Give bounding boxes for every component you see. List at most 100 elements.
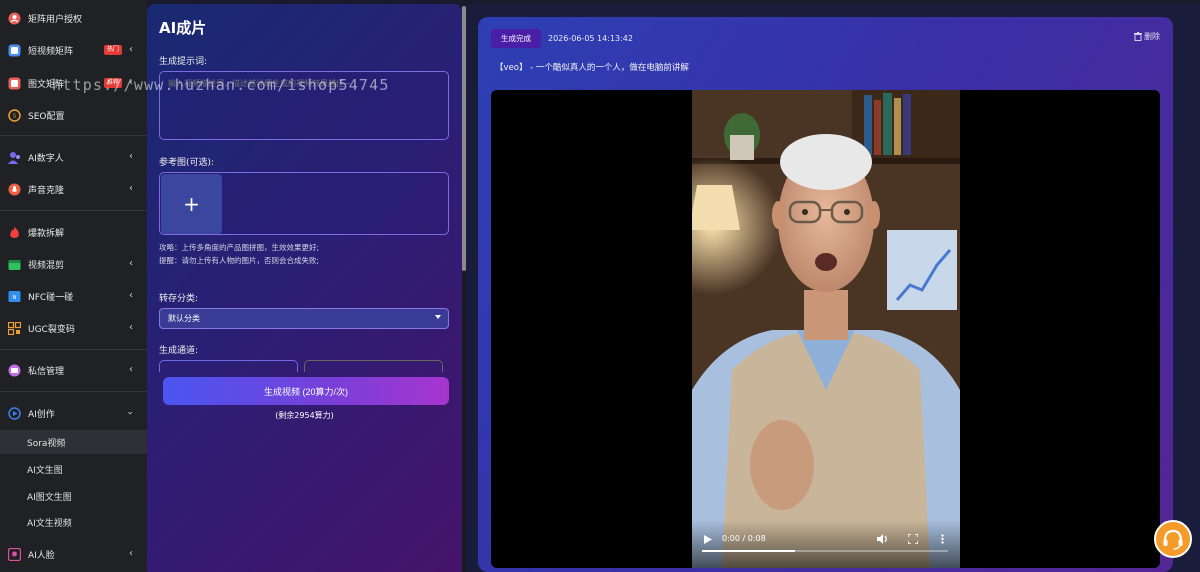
upload-image-button[interactable]: + bbox=[161, 174, 222, 234]
sidebar-item-label: UGC裂变码 bbox=[28, 324, 75, 335]
sidebar-item-label: AI人脸 bbox=[28, 550, 55, 561]
customer-service-button[interactable] bbox=[1154, 520, 1192, 558]
generate-video-button[interactable]: 生成视频 (20算力/次) bbox=[163, 377, 449, 405]
delete-button[interactable]: 删除 bbox=[1134, 31, 1160, 42]
video-thumbnail-image bbox=[692, 90, 960, 568]
subitem-label: AI文生视频 bbox=[27, 518, 72, 529]
volume-icon[interactable] bbox=[877, 534, 888, 544]
sidebar-subitem-ai-image-text-to-image[interactable]: AI图文生图 bbox=[0, 484, 147, 508]
sidebar-item-label: 矩阵用户授权 bbox=[28, 14, 83, 25]
remaining-credits: (剩余2954算力) bbox=[275, 411, 334, 420]
chevron-down-icon: ‹ bbox=[125, 411, 136, 415]
video-controls: 0:00 / 0:08 bbox=[692, 520, 960, 568]
video-progress-bar[interactable] bbox=[702, 550, 948, 552]
chevron-left-icon: ‹ bbox=[129, 183, 133, 194]
sidebar-item-label: AI创作 bbox=[28, 409, 55, 420]
headset-icon bbox=[1163, 529, 1183, 550]
sidebar-item-video-matrix[interactable]: 短视频矩阵 热门 ‹ bbox=[0, 36, 147, 64]
chevron-left-icon: ‹ bbox=[129, 290, 133, 301]
tip-strategy: 攻略：上传多角度的产品图拼图，生效效果更好; bbox=[159, 243, 320, 252]
sidebar-divider bbox=[0, 135, 147, 136]
video-description: 【veo】 - 一个酷似真人的一个人，做在电脑前讲解 bbox=[495, 63, 689, 73]
prompt-label: 生成提示词: bbox=[159, 57, 208, 67]
result-card: 生成完成 2026-06-05 14:13:42 删除 【veo】 - 一个酷似… bbox=[478, 17, 1173, 572]
category-label: 转存分类: bbox=[159, 294, 199, 304]
sidebar-item-label: 视频混剪 bbox=[28, 260, 65, 271]
subitem-label: AI文生图 bbox=[27, 465, 63, 476]
sidebar-item-label: 私信管理 bbox=[28, 366, 65, 377]
user-auth-icon bbox=[8, 12, 21, 25]
fire-icon bbox=[8, 226, 21, 239]
sidebar-item-label: SEO配置 bbox=[28, 111, 65, 122]
sidebar-item-user-auth[interactable]: 矩阵用户授权 bbox=[0, 4, 147, 32]
digital-human-icon bbox=[8, 151, 21, 164]
sidebar-divider bbox=[0, 210, 147, 211]
sidebar-item-ai-face[interactable]: AI人脸 ‹ bbox=[0, 540, 147, 568]
watermark-text: https://www.huzhan.com/ishop54745 bbox=[52, 76, 390, 94]
reference-image-label: 参考图(可选): bbox=[159, 158, 215, 168]
delete-label: 删除 bbox=[1144, 32, 1160, 41]
tip-reminder: 提醒：请勿上传有人物的图片，否则会合成失败; bbox=[159, 256, 320, 265]
video-player[interactable]: 0:00 / 0:08 bbox=[491, 90, 1160, 568]
category-select-value: 默认分类 bbox=[168, 314, 200, 323]
sidebar-divider bbox=[0, 391, 147, 392]
sidebar-item-ugc-code[interactable]: UGC裂变码 ‹ bbox=[0, 314, 147, 342]
video-mix-icon bbox=[8, 258, 21, 271]
video-matrix-icon bbox=[8, 44, 21, 57]
timestamp: 2026-06-05 14:13:42 bbox=[548, 34, 633, 43]
nfc-icon: N bbox=[8, 290, 21, 303]
video-time: 0:00 / 0:08 bbox=[722, 534, 766, 543]
voice-clone-icon bbox=[8, 183, 21, 196]
sidebar-item-label: AI数字人 bbox=[28, 153, 64, 164]
sidebar-subitem-ai-text-to-image[interactable]: AI文生图 bbox=[0, 457, 147, 481]
sidebar-item-label: 短视频矩阵 bbox=[28, 46, 74, 57]
sidebar-item-label: NFC碰一碰 bbox=[28, 292, 74, 303]
reference-image-area: + bbox=[159, 172, 449, 235]
video-progress-fill bbox=[702, 550, 796, 552]
sidebar-item-hot-breakdown[interactable]: 爆款拆解 bbox=[0, 218, 147, 246]
sidebar-subitem-ai-text-to-video[interactable]: AI文生视频 bbox=[0, 510, 147, 534]
more-options-icon[interactable] bbox=[941, 534, 944, 544]
channel-option-1[interactable] bbox=[159, 360, 298, 372]
subitem-label: Sora视频 bbox=[27, 438, 66, 449]
sidebar-item-voice-clone[interactable]: 声音克隆 ‹ bbox=[0, 175, 147, 203]
svg-text:N: N bbox=[13, 294, 17, 300]
sidebar-subitem-sora-video[interactable]: Sora视频 bbox=[0, 430, 147, 454]
fullscreen-icon[interactable] bbox=[908, 534, 918, 544]
chevron-left-icon: ‹ bbox=[129, 548, 133, 559]
chevron-left-icon: ‹ bbox=[129, 364, 133, 375]
trash-icon bbox=[1134, 32, 1142, 41]
channel-option-2[interactable] bbox=[304, 360, 443, 372]
chevron-left-icon: ‹ bbox=[129, 322, 133, 333]
result-area: 生成完成 2026-06-05 14:13:42 删除 【veo】 - 一个酷似… bbox=[466, 4, 1200, 572]
status-badge: 生成完成 bbox=[491, 29, 541, 48]
sidebar-item-ai-create[interactable]: AI创作 ‹ bbox=[0, 399, 147, 427]
qr-code-icon bbox=[8, 321, 21, 335]
face-icon bbox=[8, 547, 21, 561]
chevron-left-icon: ‹ bbox=[129, 258, 133, 269]
category-select[interactable]: 默认分类 bbox=[159, 308, 449, 329]
play-circle-icon bbox=[8, 406, 21, 420]
image-text-icon bbox=[8, 77, 21, 90]
channel-label: 生成通道: bbox=[159, 346, 199, 356]
video-frame: 0:00 / 0:08 bbox=[692, 90, 960, 568]
sidebar-item-messages[interactable]: 私信管理 ‹ bbox=[0, 356, 147, 384]
hot-badge: 热门 bbox=[104, 45, 123, 55]
seo-icon: S bbox=[8, 108, 21, 122]
sidebar-item-label: 声音克隆 bbox=[28, 185, 65, 196]
subitem-label: AI图文生图 bbox=[27, 492, 72, 503]
chevron-left-icon: ‹ bbox=[129, 44, 133, 55]
page-title: AI成片 bbox=[159, 19, 207, 37]
svg-text:S: S bbox=[13, 113, 16, 119]
play-icon[interactable] bbox=[704, 535, 712, 544]
sidebar-item-video-mix[interactable]: 视频混剪 ‹ bbox=[0, 250, 147, 278]
plus-icon: + bbox=[183, 192, 200, 216]
sidebar-divider bbox=[0, 349, 147, 350]
sidebar-item-nfc[interactable]: N NFC碰一碰 ‹ bbox=[0, 282, 147, 310]
message-icon bbox=[8, 364, 21, 377]
chevron-left-icon: ‹ bbox=[129, 151, 133, 162]
sidebar-item-seo[interactable]: S SEO配置 bbox=[0, 101, 147, 129]
sidebar-item-label: 爆款拆解 bbox=[28, 228, 65, 239]
caret-down-icon bbox=[435, 315, 441, 319]
sidebar-item-digital-human[interactable]: AI数字人 ‹ bbox=[0, 143, 147, 171]
